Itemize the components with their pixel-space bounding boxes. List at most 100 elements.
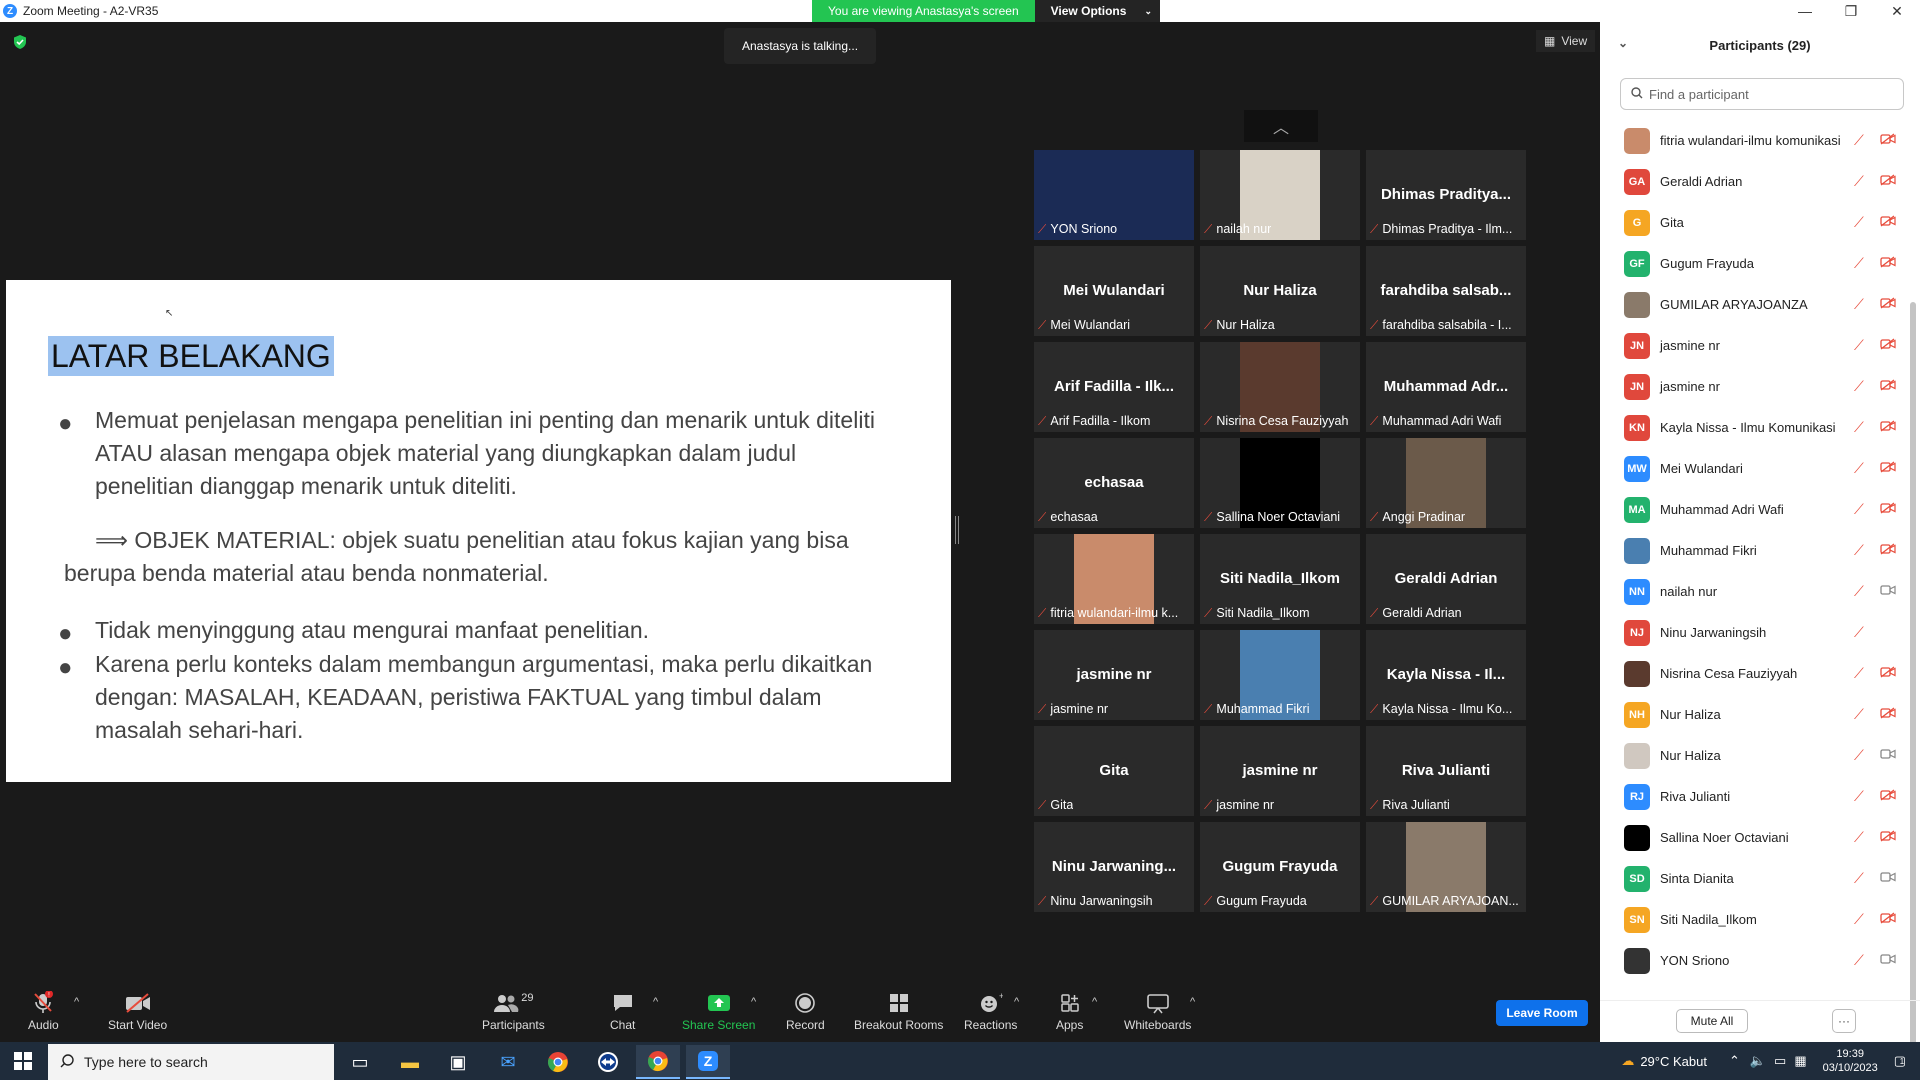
- microphone-muted-icon[interactable]: ⟋: [1854, 173, 1864, 190]
- volume-icon[interactable]: 🔈: [1750, 1053, 1766, 1069]
- participant-row[interactable]: Muhammad Fikri ⟋: [1600, 530, 1906, 571]
- microphone-muted-icon[interactable]: ⟋: [1854, 501, 1864, 518]
- participant-row[interactable]: Nisrina Cesa Fauziyyah ⟋: [1600, 653, 1906, 694]
- participant-row[interactable]: NN nailah nur ⟋: [1600, 571, 1906, 612]
- video-off-icon[interactable]: [1880, 297, 1896, 312]
- participant-row[interactable]: KN Kayla Nissa - Ilmu Komunikasi ⟋: [1600, 407, 1906, 448]
- microphone-muted-icon[interactable]: ⟋: [1854, 542, 1864, 559]
- share-options-caret-icon[interactable]: ^: [751, 996, 756, 1008]
- view-button[interactable]: ▦ View: [1536, 30, 1596, 52]
- start-button[interactable]: [0, 1042, 46, 1080]
- microphone-muted-icon[interactable]: ⟋: [1854, 747, 1864, 764]
- teamviewer-icon[interactable]: [586, 1045, 630, 1079]
- video-camera-icon[interactable]: [1880, 584, 1896, 599]
- video-tile[interactable]: Mei Wulandari ⟋ Mei Wulandari: [1034, 246, 1194, 336]
- video-off-icon[interactable]: [1880, 543, 1896, 558]
- video-camera-icon[interactable]: [1880, 748, 1896, 763]
- more-options-button[interactable]: ···: [1832, 1009, 1856, 1033]
- microphone-muted-icon[interactable]: ⟋: [1854, 706, 1864, 723]
- video-tile[interactable]: Riva Julianti ⟋ Riva Julianti: [1366, 726, 1526, 816]
- participant-row[interactable]: MW Mei Wulandari ⟋: [1600, 448, 1906, 489]
- video-tile[interactable]: Ninu Jarwaning... ⟋ Ninu Jarwaningsih: [1034, 822, 1194, 912]
- microphone-muted-icon[interactable]: ⟋: [1854, 378, 1864, 395]
- video-off-icon[interactable]: [1880, 830, 1896, 845]
- chrome-icon[interactable]: [536, 1045, 580, 1079]
- video-tile[interactable]: jasmine nr ⟋ jasmine nr: [1034, 630, 1194, 720]
- participant-row[interactable]: Sallina Noer Octaviani ⟋: [1600, 817, 1906, 858]
- video-off-icon[interactable]: [1880, 379, 1896, 394]
- gallery-scroll-up-button[interactable]: ︿: [1244, 110, 1318, 142]
- microphone-muted-icon[interactable]: ⟋: [1854, 624, 1864, 641]
- microphone-muted-icon[interactable]: ⟋: [1854, 583, 1864, 600]
- video-tile[interactable]: ⟋ Anggi Pradinar: [1366, 438, 1526, 528]
- participant-row[interactable]: SN Siti Nadila_Ilkom ⟋: [1600, 899, 1906, 940]
- taskbar-search-input[interactable]: Type here to search: [48, 1044, 334, 1080]
- clock[interactable]: 19:39 03/10/2023: [1823, 1047, 1878, 1075]
- participant-row[interactable]: G Gita ⟋: [1600, 202, 1906, 243]
- microphone-muted-icon[interactable]: ⟋: [1854, 214, 1864, 231]
- microphone-muted-icon[interactable]: ⟋: [1854, 337, 1864, 354]
- share-screen-button[interactable]: Share Screen: [682, 990, 755, 1032]
- microphone-muted-icon[interactable]: ⟋: [1854, 829, 1864, 846]
- video-tile[interactable]: ⟋ fitria wulandari-ilmu k...: [1034, 534, 1194, 624]
- microphone-muted-icon[interactable]: ⟋: [1854, 870, 1864, 887]
- video-camera-icon[interactable]: [1880, 871, 1896, 886]
- apps-button[interactable]: Apps: [1056, 990, 1083, 1032]
- video-tile[interactable]: Kayla Nissa - Il... ⟋ Kayla Nissa - Ilmu K…: [1366, 630, 1526, 720]
- audio-button[interactable]: ! Audio: [28, 990, 59, 1032]
- video-tile[interactable]: jasmine nr ⟋ jasmine nr: [1200, 726, 1360, 816]
- chevron-down-icon[interactable]: ⌄: [1618, 36, 1628, 50]
- video-tile[interactable]: Gita ⟋ Gita: [1034, 726, 1194, 816]
- microsoft-store-icon[interactable]: ▣: [436, 1045, 480, 1079]
- breakout-rooms-button[interactable]: Breakout Rooms: [854, 990, 943, 1032]
- microphone-muted-icon[interactable]: ⟋: [1854, 911, 1864, 928]
- video-tile[interactable]: Arif Fadilla - Ilk... ⟋ Arif Fadilla - Ilk…: [1034, 342, 1194, 432]
- start-video-button[interactable]: Start Video: [108, 990, 167, 1032]
- weather-text[interactable]: 29°C Kabut: [1640, 1054, 1707, 1069]
- task-view-icon[interactable]: ▭: [338, 1045, 382, 1079]
- split-view-handle[interactable]: [955, 516, 959, 544]
- video-tile[interactable]: Geraldi Adrian ⟋ Geraldi Adrian: [1366, 534, 1526, 624]
- maximize-button[interactable]: ❐: [1828, 0, 1874, 22]
- video-off-icon[interactable]: [1880, 502, 1896, 517]
- participant-row[interactable]: JN jasmine nr ⟋: [1600, 366, 1906, 407]
- shield-icon[interactable]: [12, 34, 28, 50]
- participant-row[interactable]: GA Geraldi Adrian ⟋: [1600, 161, 1906, 202]
- reactions-options-caret-icon[interactable]: ^: [1014, 996, 1019, 1008]
- video-tile[interactable]: farahdiba salsab... ⟋ farahdiba salsabila …: [1366, 246, 1526, 336]
- microphone-muted-icon[interactable]: ⟋: [1854, 460, 1864, 477]
- microphone-muted-icon[interactable]: ⟋: [1854, 665, 1864, 682]
- participant-row[interactable]: GF Gugum Frayuda ⟋: [1600, 243, 1906, 284]
- microphone-muted-icon[interactable]: ⟋: [1854, 419, 1864, 436]
- whiteboards-button[interactable]: Whiteboards: [1124, 990, 1191, 1032]
- video-tile[interactable]: ⟋ YON Sriono: [1034, 150, 1194, 240]
- video-off-icon[interactable]: [1880, 789, 1896, 804]
- video-off-icon[interactable]: [1880, 707, 1896, 722]
- zoom-app-icon[interactable]: Z: [686, 1045, 730, 1079]
- apps-options-caret-icon[interactable]: ^: [1092, 996, 1097, 1008]
- video-off-icon[interactable]: [1880, 133, 1896, 148]
- participant-row[interactable]: SD Sinta Dianita ⟋: [1600, 858, 1906, 899]
- video-tile[interactable]: ⟋ nailah nur: [1200, 150, 1360, 240]
- record-button[interactable]: Record: [786, 990, 825, 1032]
- notification-icon[interactable]: ▢ 1: [1894, 1053, 1906, 1069]
- video-off-icon[interactable]: [1880, 256, 1896, 271]
- participant-row[interactable]: MA Muhammad Adri Wafi ⟋: [1600, 489, 1906, 530]
- participant-row[interactable]: JN jasmine nr ⟋: [1600, 325, 1906, 366]
- microphone-muted-icon[interactable]: ⟋: [1854, 952, 1864, 969]
- video-off-icon[interactable]: [1880, 461, 1896, 476]
- audio-options-caret-icon[interactable]: ^: [74, 996, 79, 1008]
- video-off-icon[interactable]: [1880, 215, 1896, 230]
- file-explorer-icon[interactable]: ▬: [388, 1045, 432, 1079]
- mute-all-button[interactable]: Mute All: [1676, 1009, 1748, 1033]
- leave-room-button[interactable]: Leave Room: [1496, 1000, 1588, 1026]
- whiteboards-options-caret-icon[interactable]: ^: [1190, 996, 1195, 1008]
- participant-row[interactable]: GUMILAR ARYAJOANZA ⟋: [1600, 284, 1906, 325]
- microphone-muted-icon[interactable]: ⟋: [1854, 255, 1864, 272]
- microphone-muted-icon[interactable]: ⟋: [1854, 296, 1864, 313]
- video-tile[interactable]: Siti Nadila_Ilkom ⟋ Siti Nadila_Ilkom: [1200, 534, 1360, 624]
- video-tile[interactable]: echasaa ⟋ echasaa: [1034, 438, 1194, 528]
- video-tile[interactable]: Dhimas Praditya... ⟋ Dhimas Praditya - Ilm…: [1366, 150, 1526, 240]
- action-center-icon[interactable]: ▦: [1794, 1053, 1806, 1069]
- minimize-button[interactable]: —: [1782, 0, 1828, 22]
